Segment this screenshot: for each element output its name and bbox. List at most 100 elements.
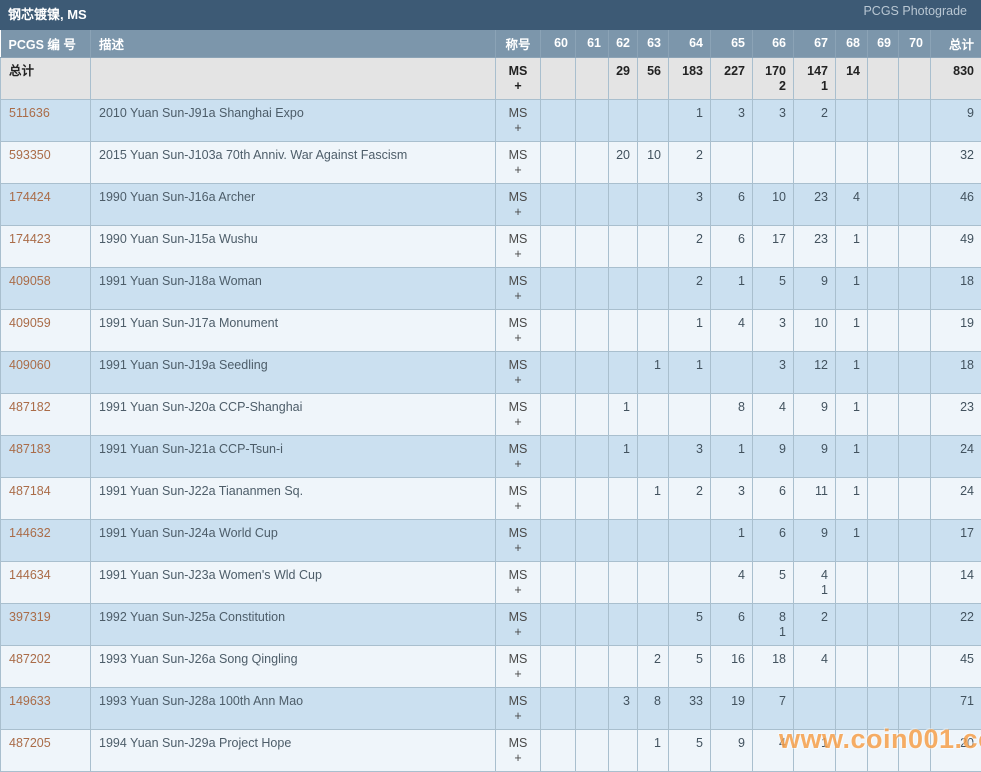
pcgs-number-link[interactable]: 487202	[1, 645, 91, 687]
grade-69-count-cell	[868, 561, 899, 603]
grade-63-count-cell	[638, 519, 669, 561]
grade-68-count-cell	[836, 141, 868, 183]
pcgs-number-link[interactable]: 174423	[1, 225, 91, 267]
grade-60-count-cell	[541, 687, 576, 729]
grade-62-count-cell	[609, 519, 638, 561]
grade-64-count-cell: 1	[669, 309, 711, 351]
grade-61-count-cell	[576, 99, 609, 141]
row-total-cell: 9	[931, 99, 981, 141]
grade-60-count-cell	[541, 435, 576, 477]
pcgs-number-link[interactable]: 409060	[1, 351, 91, 393]
grade-61-count-cell	[576, 183, 609, 225]
grade-69-count-cell	[868, 57, 899, 99]
grade-67-count-cell: 23	[794, 183, 836, 225]
pcgs-number-link[interactable]: 409059	[1, 309, 91, 351]
grade-66-count-cell: 9	[753, 435, 794, 477]
grade-68-count-cell	[836, 561, 868, 603]
pcgs-number-link[interactable]: 487182	[1, 393, 91, 435]
col-header-grade-67: 67	[794, 30, 836, 57]
grade-68-count-cell	[836, 687, 868, 729]
photograde-link[interactable]: PCGS Photograde	[863, 4, 967, 18]
col-header-grade-61: 61	[576, 30, 609, 57]
pcgs-number-link[interactable]: 174424	[1, 183, 91, 225]
pcgs-number-link[interactable]: 397319	[1, 603, 91, 645]
pcgs-number-link[interactable]: 593350	[1, 141, 91, 183]
grade-62-count-cell	[609, 561, 638, 603]
grade-63-count-cell: 1	[638, 351, 669, 393]
grade-63-count-cell: 10	[638, 141, 669, 183]
grade-62-count-cell	[609, 351, 638, 393]
grade-60-count-cell	[541, 477, 576, 519]
description-cell: 1991 Yuan Sun-J18a Woman	[91, 267, 496, 309]
pcgs-number-link[interactable]: 409058	[1, 267, 91, 309]
row-total-cell: 32	[931, 141, 981, 183]
pcgs-number-link[interactable]: 487183	[1, 435, 91, 477]
grade-63-count-cell: 56	[638, 57, 669, 99]
grade-66-count-cell: 7	[753, 687, 794, 729]
row-total-cell: 18	[931, 351, 981, 393]
pcgs-number-link[interactable]: 487184	[1, 477, 91, 519]
grade-64-count-cell	[669, 519, 711, 561]
pcgs-number-link[interactable]: 144634	[1, 561, 91, 603]
grade-60-count-cell	[541, 561, 576, 603]
grade-67-count-cell: 9	[794, 393, 836, 435]
grade-63-count-cell: 1	[638, 477, 669, 519]
row-total-cell: 18	[931, 267, 981, 309]
grade-67-count-cell: 9	[794, 519, 836, 561]
grade-68-count-cell	[836, 729, 868, 771]
pcgs-number-link[interactable]: 511636	[1, 99, 91, 141]
grade-61-count-cell	[576, 267, 609, 309]
grade-64-count-cell: 3	[669, 435, 711, 477]
grade-64-count-cell: 2	[669, 267, 711, 309]
col-header-description: 描述	[91, 30, 496, 57]
grade-64-count-cell: 5	[669, 603, 711, 645]
grade-69-count-cell	[868, 141, 899, 183]
grade-70-count-cell	[899, 267, 931, 309]
description-cell: 1991 Yuan Sun-J17a Monument	[91, 309, 496, 351]
pcgs-number-link[interactable]: 149633	[1, 687, 91, 729]
grade-68-count-cell: 1	[836, 393, 868, 435]
col-header-grade-62: 62	[609, 30, 638, 57]
pcgs-number-link[interactable]: 144632	[1, 519, 91, 561]
grade-62-count-cell	[609, 267, 638, 309]
description-cell: 2010 Yuan Sun-J91a Shanghai Expo	[91, 99, 496, 141]
description-cell: 1991 Yuan Sun-J22a Tiananmen Sq.	[91, 477, 496, 519]
grade-66-count-cell: 6	[753, 519, 794, 561]
grade-60-count-cell	[541, 351, 576, 393]
row-total-cell: 46	[931, 183, 981, 225]
grade-62-count-cell: 1	[609, 393, 638, 435]
grade-62-count-cell	[609, 645, 638, 687]
grade-63-count-cell	[638, 603, 669, 645]
grade-64-count-cell: 1	[669, 99, 711, 141]
col-header-pcgs-number: PCGS 编 号	[1, 30, 91, 57]
description-cell: 1991 Yuan Sun-J21a CCP-Tsun-i	[91, 435, 496, 477]
designation-cell: MS+	[496, 99, 541, 141]
grade-70-count-cell	[899, 309, 931, 351]
grade-69-count-cell	[868, 477, 899, 519]
grade-61-count-cell	[576, 351, 609, 393]
grade-61-count-cell	[576, 519, 609, 561]
grade-68-count-cell: 1	[836, 225, 868, 267]
grade-63-count-cell	[638, 183, 669, 225]
grade-65-count-cell: 4	[711, 309, 753, 351]
grade-67-count-cell: 9	[794, 435, 836, 477]
grade-60-count-cell	[541, 225, 576, 267]
grade-64-count-cell: 2	[669, 477, 711, 519]
col-header-grade-65: 65	[711, 30, 753, 57]
grade-69-count-cell	[868, 267, 899, 309]
grade-66-count-cell: 81	[753, 603, 794, 645]
designation-cell: MS+	[496, 687, 541, 729]
grade-69-count-cell	[868, 351, 899, 393]
grade-64-count-cell	[669, 561, 711, 603]
designation-cell: MS+	[496, 309, 541, 351]
grade-63-count-cell	[638, 309, 669, 351]
grade-62-count-cell: 3	[609, 687, 638, 729]
grade-69-count-cell	[868, 729, 899, 771]
grade-61-count-cell	[576, 57, 609, 99]
grade-61-count-cell	[576, 561, 609, 603]
grade-66-count-cell: 3	[753, 99, 794, 141]
grade-62-count-cell	[609, 99, 638, 141]
pcgs-number-link[interactable]: 487205	[1, 729, 91, 771]
grade-70-count-cell	[899, 57, 931, 99]
totals-row: 总计MS+29561832271702147114830	[1, 57, 981, 99]
